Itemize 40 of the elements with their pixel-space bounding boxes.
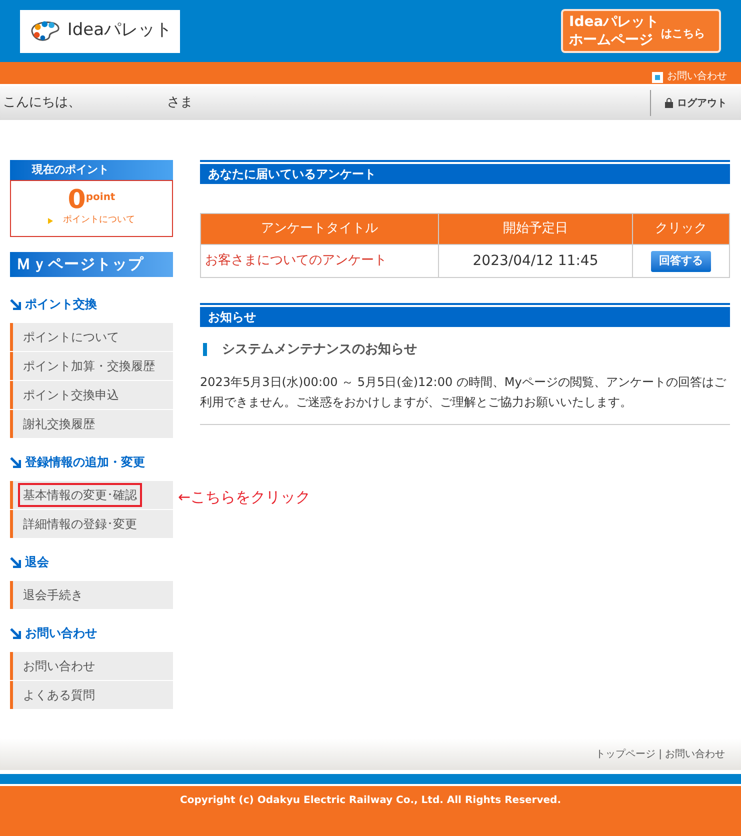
points-unit: point bbox=[86, 191, 116, 205]
mypage-top-button[interactable]: Ｍｙページトップ bbox=[10, 252, 173, 277]
copyright-text: Copyright (c) Odakyu Electric Railway Co., Ltd. All Rights Reserved. bbox=[180, 794, 561, 808]
arrow-icon bbox=[10, 456, 21, 468]
separator-text: | bbox=[658, 748, 662, 762]
arrow-icon bbox=[10, 298, 21, 310]
start-date-cell: 2023/04/12 11:45 bbox=[438, 244, 632, 278]
mail-icon bbox=[652, 72, 663, 83]
notice-body: 2023年5月3日(水)00:00 ～ 5月5日(金)12:00 の時間、Myページの閲覧、アンケートの回答はご利用できません。ご迷惑をおかけしますが、ご理解とご協力お願いいたします。 bbox=[200, 372, 730, 424]
section-heading: 登録情報の追加・変更 bbox=[25, 454, 145, 471]
honorific-text: さま bbox=[167, 94, 193, 112]
banner-suffix: はこちら bbox=[661, 26, 706, 42]
column-header: 開始予定日 bbox=[438, 214, 632, 244]
points-header: 現在のポイント bbox=[10, 160, 173, 180]
section-header: あなたに届いているアンケート bbox=[200, 160, 730, 184]
survey-title-link[interactable]: お客さまについてのアンケート bbox=[200, 244, 438, 278]
section-heading: お問い合わせ bbox=[25, 625, 97, 642]
banner-subtitle: ホームページ bbox=[569, 31, 654, 49]
footer-link[interactable]: お問い合わせ bbox=[665, 746, 725, 762]
logout-button[interactable]: ログアウト bbox=[650, 90, 741, 116]
triangle-icon bbox=[48, 218, 53, 224]
section-heading: ポイント交換 bbox=[25, 296, 97, 313]
banner-title: Ideaパレット bbox=[569, 13, 660, 31]
lock-icon bbox=[665, 98, 673, 108]
arrow-icon bbox=[10, 628, 21, 638]
arrow-icon bbox=[10, 556, 21, 568]
logo-text: Ideaパレット bbox=[67, 19, 172, 42]
greeting-text: こんにちは、 bbox=[3, 94, 81, 112]
palette-icon bbox=[28, 18, 62, 44]
footer-link[interactable]: トップページ bbox=[596, 746, 656, 762]
menu-item[interactable]: 基本情報の変更･確認 bbox=[18, 483, 142, 507]
section-heading: 退会 bbox=[25, 554, 49, 571]
points-value: 0 bbox=[68, 186, 86, 214]
logo[interactable]: Ideaパレット bbox=[20, 10, 180, 52]
section-header: お知らせ bbox=[200, 303, 730, 327]
annotation-text: ←こちらをクリック bbox=[178, 487, 311, 508]
column-header: アンケートタイトル bbox=[200, 214, 438, 244]
notice-heading: システムメンテナンスのお知らせ bbox=[222, 341, 417, 359]
column-header: クリック bbox=[632, 214, 730, 244]
answer-button[interactable]: 回答する bbox=[651, 250, 711, 272]
